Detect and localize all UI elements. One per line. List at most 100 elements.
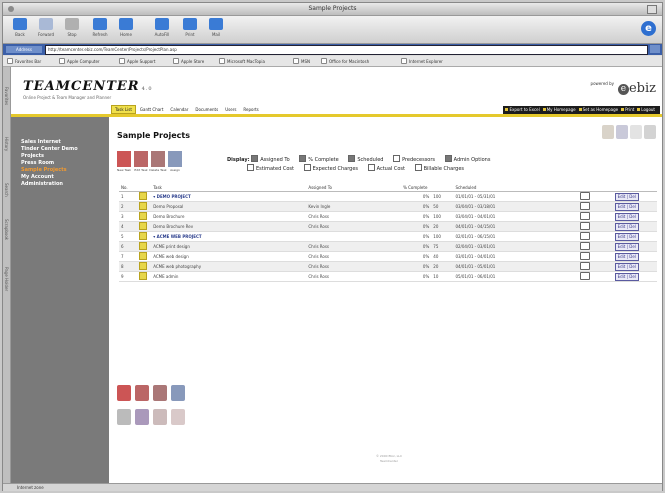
favorite-link[interactable]: Microsoft MacTopia xyxy=(219,58,265,64)
option-expected-charges[interactable]: Expected Charges xyxy=(303,164,358,172)
option-assigned-to[interactable]: Assigned To xyxy=(251,155,290,163)
document-icon[interactable] xyxy=(153,409,167,425)
sidebar-item-administration[interactable]: Administration xyxy=(11,181,109,188)
task-name-link[interactable]: ACME web photography xyxy=(151,261,307,272)
back-button[interactable]: Back xyxy=(9,18,31,37)
team-icon[interactable] xyxy=(616,125,628,139)
note-icon[interactable] xyxy=(580,192,591,200)
print-button[interactable]: Print xyxy=(179,18,201,37)
tab-reports[interactable]: Reports xyxy=(240,106,261,113)
col-task[interactable]: Task xyxy=(151,183,307,192)
option-billable-charges[interactable]: Billable Charges xyxy=(414,164,464,172)
edit-delete-button[interactable]: Edit | Del xyxy=(614,242,639,251)
export-excel-link[interactable]: Export to Excel xyxy=(505,106,539,114)
col-no[interactable]: No. xyxy=(119,183,138,192)
note-icon[interactable] xyxy=(580,262,591,270)
forward-button[interactable]: Forward xyxy=(35,18,57,37)
checkbox[interactable] xyxy=(303,164,311,171)
option-percent-complete[interactable]: % Complete xyxy=(299,155,339,163)
favorite-link[interactable]: Apple Support xyxy=(119,58,155,64)
logout-link[interactable]: Logout xyxy=(637,106,655,114)
delete-task-icon[interactable]: Delete Task xyxy=(149,151,167,172)
checkbox[interactable] xyxy=(393,155,401,162)
note-icon[interactable] xyxy=(580,222,591,230)
sidebar-item-press-room[interactable]: Press Room xyxy=(11,160,109,167)
note-icon[interactable] xyxy=(580,242,591,250)
url-field[interactable]: http://teamcenter.ebiz.com/TeamCenter/Pr… xyxy=(45,45,648,55)
task-name-link[interactable]: Demo Proposal xyxy=(151,201,307,212)
favorite-link[interactable]: Apple Computer xyxy=(59,58,100,64)
option-actual-cost[interactable]: Actual Cost xyxy=(367,164,405,172)
edit-delete-button[interactable]: Edit | Del xyxy=(614,212,639,221)
task-name-link[interactable]: ACME web design xyxy=(151,251,307,262)
side-tab-search[interactable]: Search xyxy=(4,183,9,197)
note-icon[interactable] xyxy=(580,272,591,280)
favorite-link[interactable]: Favorites Bar xyxy=(7,58,41,64)
task-name-link[interactable]: ▾ DEMO PROJECT xyxy=(151,191,307,202)
zoom-box-icon[interactable] xyxy=(647,5,657,14)
mail-button[interactable]: Mail xyxy=(205,18,227,37)
attach-icon[interactable] xyxy=(630,125,642,139)
my-homepage-link[interactable]: My Homepage xyxy=(543,106,576,114)
task-name-link[interactable]: Demo Brochure Rev xyxy=(151,221,307,232)
assign-user-icon[interactable]: Assign xyxy=(168,151,182,172)
home-button[interactable]: Home xyxy=(115,18,137,37)
side-tab-scrapbook[interactable]: Scrapbook xyxy=(4,219,9,240)
tab-gantt-chart[interactable]: Gantt Chart xyxy=(137,106,167,113)
col-assigned-to[interactable]: Assigned To xyxy=(306,183,402,192)
edit-delete-button[interactable]: Edit | Del xyxy=(614,192,639,201)
new-task-icon[interactable] xyxy=(117,385,131,401)
option-estimated-cost[interactable]: Estimated Cost xyxy=(247,164,294,172)
stop-button[interactable]: Stop xyxy=(61,18,83,37)
col-percent-complete[interactable]: % Complete xyxy=(401,183,432,192)
sidebar-item-my-account[interactable]: My Account xyxy=(11,174,109,181)
autofill-button[interactable]: AutoFill xyxy=(151,18,173,37)
task-name-link[interactable]: Demo Brochure xyxy=(151,211,307,222)
assign-user-icon[interactable] xyxy=(171,385,185,401)
team-assign-icon[interactable] xyxy=(135,409,149,425)
edit-delete-button[interactable]: Edit | Del xyxy=(614,272,639,281)
print-link[interactable]: Print xyxy=(621,106,634,114)
edit-delete-button[interactable]: Edit | Del xyxy=(614,202,639,211)
search-icon[interactable] xyxy=(644,125,656,139)
edit-delete-button[interactable]: Edit | Del xyxy=(614,262,639,271)
sidebar-item-sample-projects[interactable]: Sample Projects xyxy=(11,167,109,174)
tab-task-list[interactable]: Task List xyxy=(111,105,136,114)
checkbox[interactable] xyxy=(247,164,254,171)
sidebar-item-tinder-center-demo[interactable]: Tinder Center Demo xyxy=(11,146,109,153)
sidebar-item-projects[interactable]: Projects xyxy=(11,153,109,160)
report-icon[interactable] xyxy=(171,409,185,425)
option-scheduled[interactable]: Scheduled xyxy=(348,155,383,163)
favorite-link[interactable]: Apple Store xyxy=(173,58,204,64)
task-name-link[interactable]: ▾ ACME WEB PROJECT xyxy=(151,231,307,242)
checkbox[interactable] xyxy=(348,155,356,162)
checkbox[interactable] xyxy=(367,164,375,171)
task-name-link[interactable]: ACME print design xyxy=(151,241,307,252)
favorite-link[interactable]: Internet Explorer xyxy=(401,58,443,64)
favorite-link[interactable]: Office for Macintosh xyxy=(321,58,369,64)
checkbox[interactable] xyxy=(414,164,422,171)
checkbox[interactable] xyxy=(251,155,259,162)
checkbox[interactable] xyxy=(299,155,307,162)
side-tab-page-holder[interactable]: Page Holder xyxy=(4,267,9,291)
note-icon[interactable] xyxy=(580,232,591,240)
refresh-button[interactable]: Refresh xyxy=(89,18,111,37)
col-scheduled[interactable]: Scheduled xyxy=(453,183,579,192)
favorite-link[interactable]: MSN xyxy=(293,58,310,64)
edit-delete-button[interactable]: Edit | Del xyxy=(614,232,639,241)
note-icon[interactable] xyxy=(580,252,591,260)
go-button[interactable] xyxy=(650,45,660,53)
sidebar-item-sales-internet[interactable]: Sales Internet xyxy=(11,139,109,146)
edit-task-icon[interactable] xyxy=(135,385,149,401)
side-tab-favorites[interactable]: Favorites xyxy=(4,87,9,105)
new-document-icon[interactable] xyxy=(602,125,614,139)
set-homepage-link[interactable]: Set as Homepage xyxy=(579,106,618,114)
new-task-icon[interactable]: New Task xyxy=(117,151,131,172)
tab-calendar[interactable]: Calendar xyxy=(167,106,191,113)
checkbox[interactable] xyxy=(444,155,452,162)
side-tab-history[interactable]: History xyxy=(4,137,9,151)
user-icon[interactable] xyxy=(117,409,131,425)
edit-task-icon[interactable]: Edit Task xyxy=(134,151,148,172)
delete-task-icon[interactable] xyxy=(153,385,167,401)
option-predecessors[interactable]: Predecessors xyxy=(393,155,435,163)
